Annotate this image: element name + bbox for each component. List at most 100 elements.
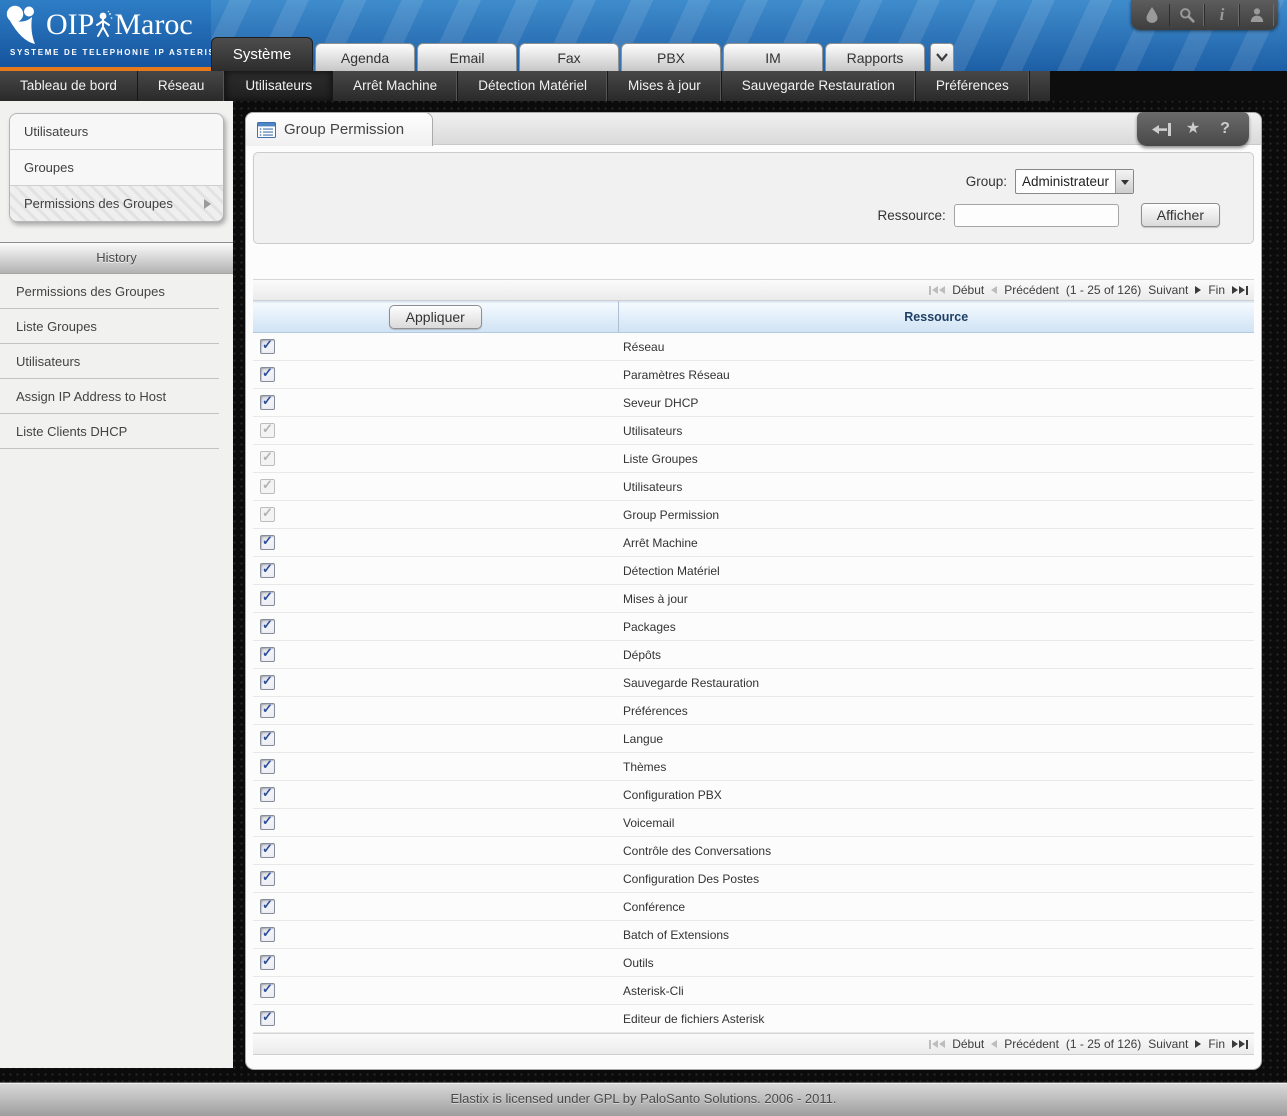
resource-label: Packages xyxy=(618,613,1254,641)
row-checkbox[interactable] xyxy=(260,1011,275,1026)
pagination-first-button[interactable]: Début xyxy=(952,1037,984,1051)
drop-icon[interactable] xyxy=(1135,4,1169,26)
history-item-utilisateurs[interactable]: Utilisateurs xyxy=(0,344,219,379)
resource-input[interactable] xyxy=(954,204,1119,227)
resource-label: Arrêt Machine xyxy=(618,529,1254,557)
row-checkbox[interactable] xyxy=(260,899,275,914)
row-checkbox[interactable] xyxy=(260,759,275,774)
sidebar-item-groupes[interactable]: Groupes xyxy=(10,149,223,185)
pagination-prev-button[interactable]: Précédent xyxy=(1004,1037,1059,1051)
group-select-value: Administrateur xyxy=(1016,174,1115,189)
row-checkbox[interactable] xyxy=(260,395,275,410)
checkbox-cell xyxy=(253,361,618,389)
row-checkbox[interactable] xyxy=(260,815,275,830)
row-checkbox[interactable] xyxy=(260,955,275,970)
row-checkbox[interactable] xyxy=(260,619,275,634)
history-item-liste-groupes[interactable]: Liste Groupes xyxy=(0,309,219,344)
checkbox-cell xyxy=(253,977,618,1005)
show-button[interactable]: Afficher xyxy=(1141,203,1220,227)
table-row: Réseau xyxy=(253,333,1254,361)
history-list: Permissions des GroupesListe GroupesUtil… xyxy=(0,274,233,449)
checkbox-cell xyxy=(253,865,618,893)
row-checkbox[interactable] xyxy=(260,563,275,578)
exit-icon[interactable] xyxy=(1145,117,1177,141)
apply-button[interactable]: Appliquer xyxy=(389,305,482,329)
row-checkbox[interactable] xyxy=(260,647,275,662)
nav-item-preferences[interactable]: Préférences xyxy=(916,71,1030,101)
pagination-next-icon[interactable] xyxy=(1195,1040,1201,1048)
pagination-prev-button[interactable]: Précédent xyxy=(1004,283,1059,297)
table-row: Liste Groupes xyxy=(253,445,1254,473)
checkbox-cell xyxy=(253,809,618,837)
row-checkbox[interactable] xyxy=(260,871,275,886)
pagination-last-icon[interactable] xyxy=(1232,286,1248,295)
permissions-table-body: RéseauParamètres RéseauSeveur DHCPUtilis… xyxy=(253,333,1254,1033)
permissions-table: Appliquer Ressource RéseauParamètres Rés… xyxy=(253,301,1254,1033)
info-icon[interactable]: i xyxy=(1204,4,1239,26)
history-item-assign-ip-address-to-host[interactable]: Assign IP Address to Host xyxy=(0,379,219,414)
resource-label: Sauvegarde Restauration xyxy=(618,669,1254,697)
help-icon[interactable]: ? xyxy=(1209,117,1241,141)
table-row: Outils xyxy=(253,949,1254,977)
row-checkbox[interactable] xyxy=(260,983,275,998)
pagination-prev-icon[interactable] xyxy=(991,286,997,294)
pagination-last-button[interactable]: Fin xyxy=(1208,283,1225,297)
tab-email[interactable]: Email xyxy=(417,43,517,71)
row-checkbox[interactable] xyxy=(260,703,275,718)
pagination-prev-icon[interactable] xyxy=(991,1040,997,1048)
row-checkbox[interactable] xyxy=(260,591,275,606)
tab-pbx[interactable]: PBX xyxy=(621,43,721,71)
tab-agenda[interactable]: Agenda xyxy=(315,43,415,71)
row-checkbox[interactable] xyxy=(260,787,275,802)
checkbox-cell xyxy=(253,949,618,977)
row-checkbox[interactable] xyxy=(260,675,275,690)
row-checkbox[interactable] xyxy=(260,843,275,858)
history-item-permissions-des-groupes[interactable]: Permissions des Groupes xyxy=(0,274,219,309)
table-header-row: Appliquer Ressource xyxy=(253,302,1254,333)
history-item-liste-clients-dhcp[interactable]: Liste Clients DHCP xyxy=(0,414,219,449)
logo-row: OIP Maroc xyxy=(6,4,211,46)
group-select[interactable]: Administrateur xyxy=(1015,169,1134,194)
sidebar-item-utilisateurs[interactable]: Utilisateurs xyxy=(10,114,223,149)
nav-item-utilisateurs[interactable]: Utilisateurs xyxy=(225,71,333,101)
pagination-next-button[interactable]: Suivant xyxy=(1148,1037,1188,1051)
nav-item-tableau-de-bord[interactable]: Tableau de bord xyxy=(0,71,138,101)
row-checkbox[interactable] xyxy=(260,927,275,942)
checkbox-cell xyxy=(253,641,618,669)
tab-fax[interactable]: Fax xyxy=(519,43,619,71)
checkbox-cell xyxy=(253,1005,618,1033)
pagination-first-button[interactable]: Début xyxy=(952,283,984,297)
nav-item-detection-materiel[interactable]: Détection Matériel xyxy=(458,71,608,101)
sidebar: UtilisateursGroupesPermissions des Group… xyxy=(0,101,233,1068)
tab-im[interactable]: IM xyxy=(723,43,823,71)
tab-systeme[interactable]: Système xyxy=(211,37,313,71)
checkbox-cell xyxy=(253,389,618,417)
nav-item-arret-machine[interactable]: Arrêt Machine xyxy=(333,71,458,101)
row-checkbox[interactable] xyxy=(260,535,275,550)
row-checkbox[interactable] xyxy=(260,367,275,382)
pagination-first-icon[interactable] xyxy=(929,286,945,295)
nav-item-mises-a-jour[interactable]: Mises à jour xyxy=(608,71,722,101)
star-icon[interactable]: ★ xyxy=(1177,117,1209,141)
pagination-first-icon[interactable] xyxy=(929,1040,945,1049)
row-checkbox[interactable] xyxy=(260,339,275,354)
pagination-next-icon[interactable] xyxy=(1195,286,1201,294)
row-checkbox[interactable] xyxy=(260,731,275,746)
checkbox-cell xyxy=(253,669,618,697)
tab-group-permission[interactable]: Group Permission xyxy=(245,112,433,146)
tabs-overflow-button[interactable] xyxy=(930,43,954,71)
pagination-last-button[interactable]: Fin xyxy=(1208,1037,1225,1051)
nav-item-reseau[interactable]: Réseau xyxy=(138,71,226,101)
resource-label: Configuration PBX xyxy=(618,781,1254,809)
tab-rapports[interactable]: Rapports xyxy=(825,43,925,71)
user-icon[interactable] xyxy=(1239,4,1274,26)
pagination-last-icon[interactable] xyxy=(1232,1040,1248,1049)
nav-item-sauvegarde-restauration[interactable]: Sauvegarde Restauration xyxy=(722,71,916,101)
checkbox-cell xyxy=(253,893,618,921)
search-icon[interactable] xyxy=(1169,4,1204,26)
resource-label: Liste Groupes xyxy=(618,445,1254,473)
group-row: Group: Administrateur xyxy=(254,169,1253,194)
sidebar-item-permissions-des-groupes[interactable]: Permissions des Groupes xyxy=(10,185,223,221)
logo-text-maroc: Maroc xyxy=(114,10,192,40)
pagination-next-button[interactable]: Suivant xyxy=(1148,283,1188,297)
